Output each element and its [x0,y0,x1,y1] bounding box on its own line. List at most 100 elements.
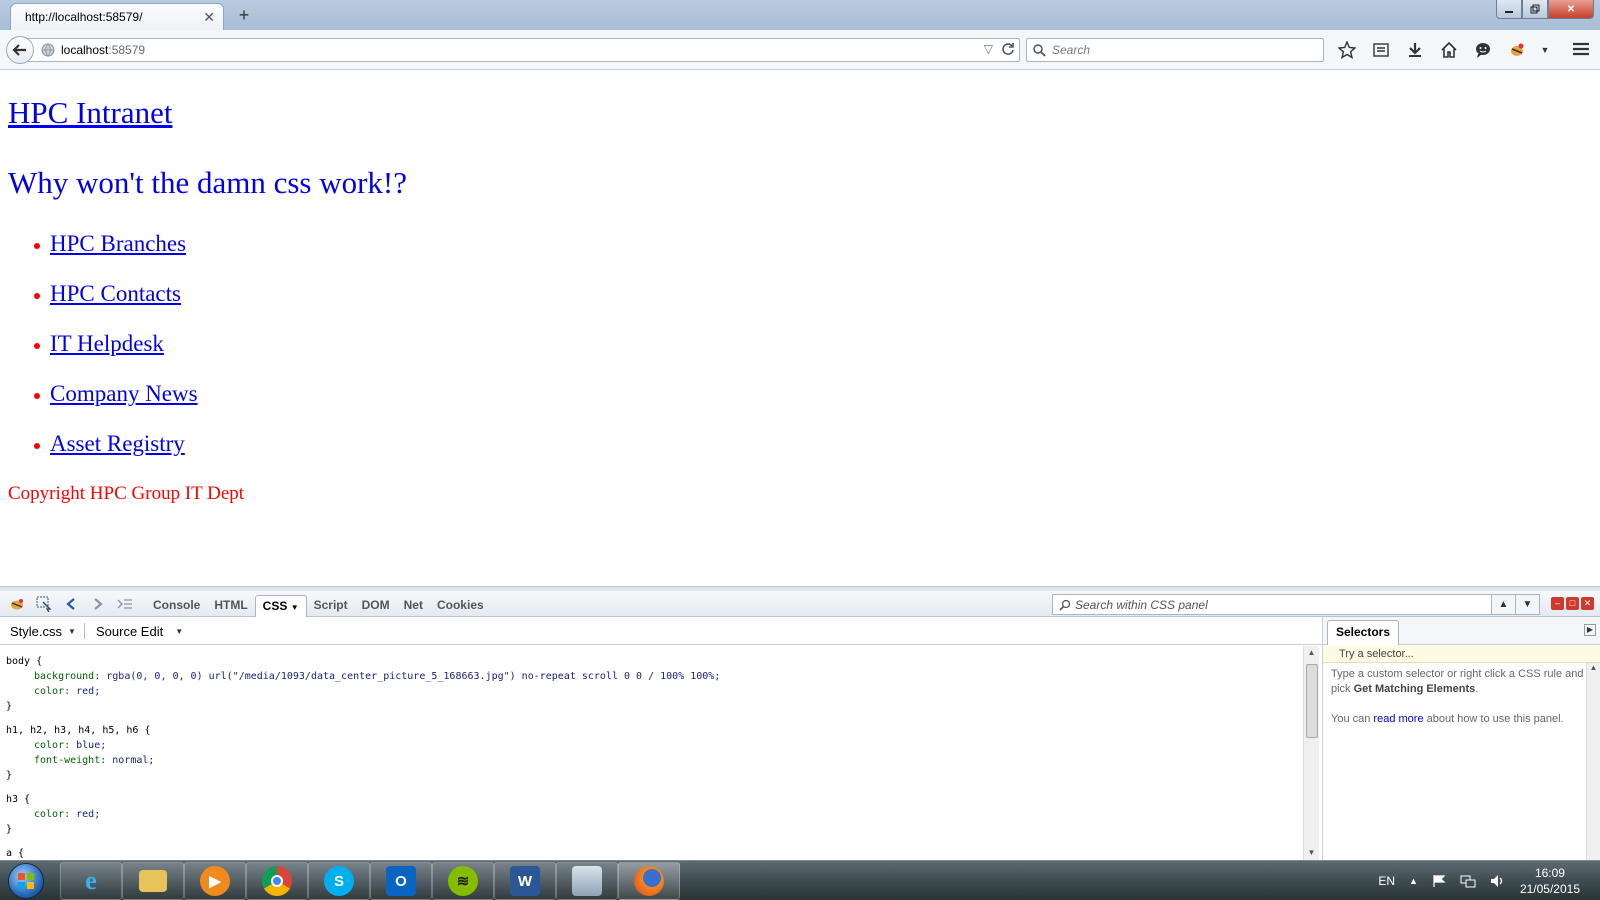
css-selector[interactable]: h3 { [6,792,1303,807]
firebug-logo-icon[interactable] [8,595,26,613]
taskbar-word[interactable]: W [494,862,556,900]
inspect-element-icon[interactable] [35,595,53,613]
css-declaration[interactable]: color: red; [6,807,1303,822]
search-next-button[interactable]: ▼ [1516,594,1540,615]
css-property-value[interactable]: normal; [106,755,154,766]
action-center-flag-icon[interactable] [1432,874,1446,888]
taskbar-app-generic[interactable] [556,862,618,900]
firebug-icon[interactable] [1506,39,1528,61]
new-tab-button[interactable]: + [234,5,254,25]
nav-link-news[interactable]: Company News [50,381,198,407]
taskbar-chrome[interactable] [246,862,308,900]
bullet-icon [34,343,40,349]
css-property-value[interactable]: blue; [70,740,106,751]
css-property-name[interactable]: color: [34,809,70,820]
dropdown-history-icon[interactable]: ▽ [984,42,993,56]
site-title-link[interactable]: HPC Intranet [8,95,172,131]
nav-link-branches[interactable]: HPC Branches [50,231,186,257]
home-icon[interactable] [1438,39,1460,61]
scroll-up-icon[interactable]: ▲ [1304,646,1319,660]
css-rule[interactable]: h3 {color: red;} [6,792,1303,837]
css-declaration[interactable]: font-weight: normal; [6,753,1303,768]
selectors-side-panel: Selectors ▶ Try a selector... Type a cus… [1322,617,1600,860]
edit-mode-select[interactable]: Source Edit ▼ [96,617,183,645]
tab-console[interactable]: Console [146,595,207,617]
css-declaration[interactable]: color: blue; [6,738,1303,753]
firebug-close-button[interactable]: ✕ [1581,597,1594,610]
css-property-value[interactable]: red; [70,686,100,697]
css-source-panel[interactable]: body {background: rgba(0, 0, 0, 0) url("… [0,646,1303,860]
forward-arrow-icon[interactable] [89,595,107,613]
tab-css[interactable]: CSS ▼ [254,595,307,617]
tab-cookies[interactable]: Cookies [430,595,491,617]
nav-link-contacts[interactable]: HPC Contacts [50,281,181,307]
css-property-name[interactable]: background: [34,671,100,682]
open-menu-icon[interactable] [1570,38,1592,60]
css-property-value[interactable]: rgba(0, 0, 0, 0) url("/media/1093/data_c… [100,671,720,682]
css-property-name[interactable]: font-weight: [34,755,106,766]
side-panel-scrollbar[interactable]: ▲ [1586,663,1600,860]
tab-html[interactable]: HTML [207,595,254,617]
firebug-menu-dropdown-icon[interactable]: ▼ [1540,39,1550,61]
expand-panel-icon[interactable]: ▶ [1584,624,1596,636]
bookmark-star-icon[interactable] [1336,39,1358,61]
minimize-button[interactable] [1496,0,1522,19]
browser-tab[interactable]: http://localhost:58579/ ✕ [10,3,224,30]
css-selector[interactable]: h1, h2, h3, h4, h5, h6 { [6,723,1303,738]
command-line-icon[interactable] [116,595,134,613]
download-icon[interactable] [1404,39,1426,61]
css-selector[interactable]: a { [6,846,1303,860]
start-button[interactable] [4,861,48,900]
system-clock[interactable]: 16:09 21/05/2015 [1520,865,1580,897]
css-selector[interactable]: body { [6,654,1303,669]
taskbar-skype[interactable]: S [308,862,370,900]
stylesheet-select[interactable]: Style.css ▼ [10,617,76,645]
chevron-down-icon: ▼ [175,626,184,636]
close-tab-icon[interactable]: ✕ [203,9,215,26]
taskbar-outlook[interactable]: O [370,862,432,900]
tab-script[interactable]: Script [307,595,355,617]
reload-icon[interactable] [1001,42,1015,56]
url-bar[interactable]: localhost:58579 ▽ [20,38,1020,62]
scroll-down-icon[interactable]: ▼ [1304,846,1319,860]
taskbar-media-player[interactable]: ▶ [184,862,246,900]
bookmarks-list-icon[interactable] [1370,39,1392,61]
search-prev-button[interactable]: ▲ [1492,594,1516,615]
tab-title: http://localhost:58579/ [25,10,143,24]
read-more-link[interactable]: read more [1373,713,1423,725]
close-window-button[interactable]: ✕ [1548,0,1594,19]
taskbar-firefox[interactable] [618,862,680,900]
css-property-value[interactable]: red; [70,809,100,820]
css-rule[interactable]: h1, h2, h3, h4, h5, h6 {color: blue; font… [6,723,1303,783]
css-rule[interactable]: body {background: rgba(0, 0, 0, 0) url("… [6,654,1303,714]
taskbar-explorer[interactable] [122,862,184,900]
css-declaration[interactable]: background: rgba(0, 0, 0, 0) url("/media… [6,669,1303,684]
back-arrow-icon[interactable] [62,595,80,613]
network-icon[interactable] [1460,874,1476,888]
tab-net[interactable]: Net [397,595,430,617]
css-panel-search-input[interactable]: Search within CSS panel [1052,594,1492,615]
maximize-button[interactable] [1522,0,1548,19]
nav-link-helpdesk[interactable]: IT Helpdesk [50,331,164,357]
language-indicator[interactable]: EN [1378,874,1395,888]
firebug-detach-button[interactable]: □ [1566,597,1579,610]
tab-dom[interactable]: DOM [355,595,397,617]
css-declaration[interactable]: color: red; [6,684,1303,699]
chevron-down-icon: ▼ [68,626,76,636]
css-panel-scrollbar[interactable]: ▲ ▼ [1303,646,1319,860]
selector-input[interactable]: Try a selector... [1323,645,1600,663]
taskbar-ie[interactable]: e [60,862,122,900]
css-rule[interactable]: a { [6,846,1303,860]
tab-selectors[interactable]: Selectors [1327,620,1400,645]
taskbar-spotify[interactable]: ≋ [432,862,494,900]
hello-chat-icon[interactable] [1472,39,1494,61]
nav-link-assets[interactable]: Asset Registry [50,431,185,457]
firebug-minimize-button[interactable]: – [1551,597,1564,610]
scroll-thumb[interactable] [1306,664,1318,738]
tray-expand-icon[interactable]: ▲ [1409,876,1418,886]
volume-icon[interactable] [1490,874,1506,888]
back-button[interactable] [6,36,34,64]
css-property-name[interactable]: color: [34,686,70,697]
search-bar[interactable]: Search [1026,38,1324,62]
css-property-name[interactable]: color: [34,740,70,751]
